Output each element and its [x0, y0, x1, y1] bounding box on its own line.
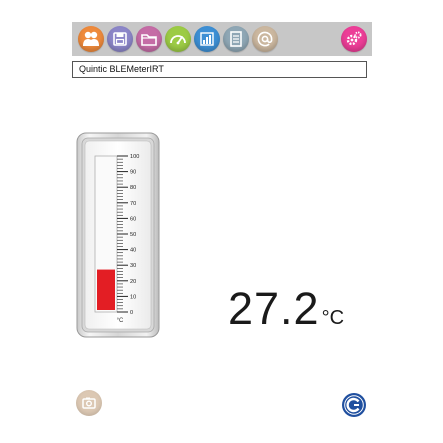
- device-name-field[interactable]: Quintic BLEMeterIRT: [72, 61, 367, 78]
- camera-icon: [82, 397, 96, 409]
- scale-label: 60: [130, 216, 136, 222]
- scale-label: 80: [130, 185, 136, 191]
- scale-label: 50: [130, 232, 136, 238]
- at-sign-icon[interactable]: [252, 26, 278, 52]
- gauge-icon[interactable]: [165, 26, 191, 52]
- bar-chart-icon[interactable]: [194, 26, 220, 52]
- thermometer: 1009080706050403020100 °C: [76, 132, 160, 338]
- scale-label: 100: [130, 154, 139, 160]
- scale-label: 40: [130, 248, 136, 254]
- scale-label: 70: [130, 201, 136, 207]
- temperature-reading: 27.2 °C: [228, 284, 344, 334]
- toolbar: [72, 22, 372, 56]
- folder-icon[interactable]: [136, 26, 162, 52]
- thermometer-unit-label: °C: [117, 318, 124, 324]
- temperature-value: 27.2: [228, 283, 320, 334]
- people-icon[interactable]: [78, 26, 104, 52]
- thermometer-mercury: [97, 269, 115, 310]
- scale-label: 20: [130, 279, 136, 285]
- scale-label: 10: [130, 294, 136, 300]
- scale-label: 30: [130, 263, 136, 269]
- brand-logo-icon: [342, 393, 366, 417]
- document-icon[interactable]: [223, 26, 249, 52]
- scale-label: 90: [130, 170, 136, 176]
- save-icon[interactable]: [107, 26, 133, 52]
- scale-label: 0: [130, 310, 133, 316]
- camera-button[interactable]: [76, 390, 102, 416]
- temperature-unit: °C: [321, 307, 345, 329]
- settings-gears-icon[interactable]: [341, 26, 367, 52]
- device-name: Quintic BLEMeterIRT: [79, 64, 164, 74]
